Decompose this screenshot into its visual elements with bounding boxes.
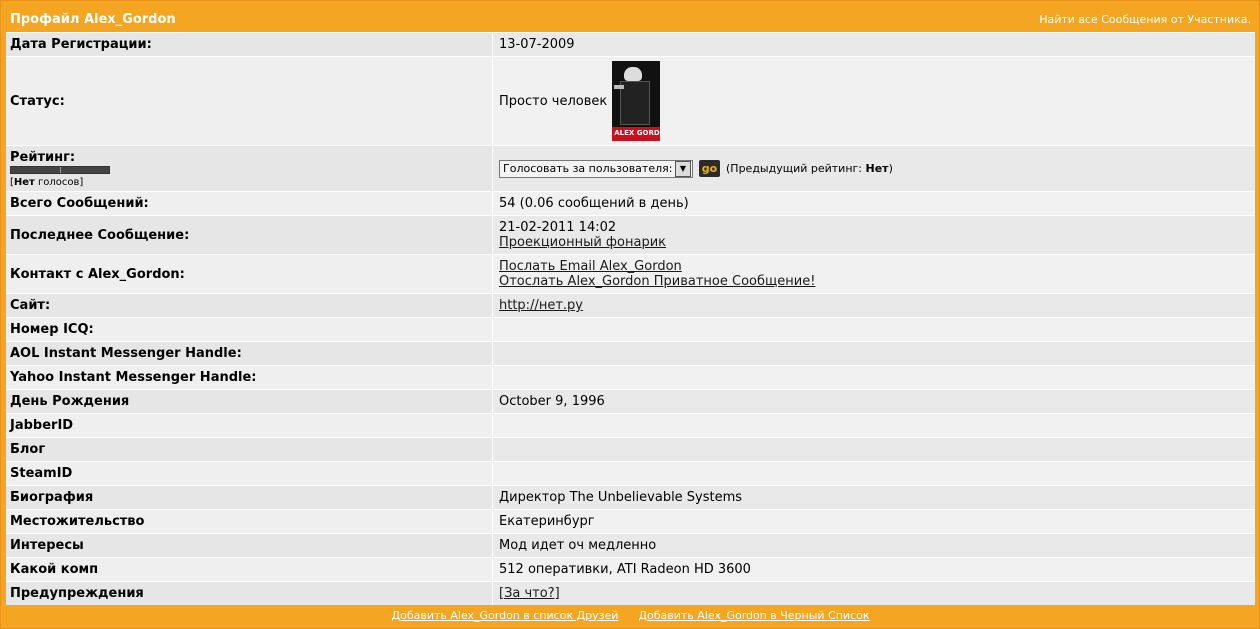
add-friend-link[interactable]: Добавить Alex_Gordon в список Друзей <box>392 609 619 622</box>
row-site: Сайт: http://нет.ру <box>6 293 1255 317</box>
row-label: Интересы <box>6 534 492 557</box>
row-last-post: Последнее Сообщение: 21-02-2011 14:02 Пр… <box>6 215 1255 254</box>
row-biography: Биография Директор The Unbelievable Syst… <box>6 485 1255 509</box>
chevron-down-icon: ▼ <box>675 160 691 177</box>
row-value: Послать Email Alex_Gordon Отослать Alex_… <box>492 255 1255 293</box>
row-label: Yahoo Instant Messenger Handle: <box>6 366 492 389</box>
row-value: 13-07-2009 <box>492 33 1255 56</box>
find-all-posts-link[interactable]: Найти все Сообщения от Участника. <box>1039 13 1251 26</box>
site-link[interactable]: http://нет.ру <box>499 298 583 313</box>
warnings-why-link[interactable]: [За что?] <box>499 586 560 601</box>
row-rating: Рейтинг: [Нет голосов] Голосовать за пол… <box>6 145 1255 191</box>
row-label: Предупреждения <box>6 582 492 605</box>
previous-rating: (Предыдущий рейтинг: Нет) <box>726 162 893 175</box>
row-birthday: День Рождения October 9, 1996 <box>6 389 1255 413</box>
rating-label: Рейтинг: <box>10 149 76 165</box>
row-label: Статус: <box>6 57 492 145</box>
row-total-posts: Всего Сообщений: 54 (0.06 сообщений в де… <box>6 191 1255 215</box>
row-icq: Номер ICQ: <box>6 317 1255 341</box>
vote-select[interactable]: Голосовать за пользователя: ▼ <box>499 159 693 178</box>
row-label: Контакт с Alex_Gordon: <box>6 255 492 293</box>
row-warnings: Предупреждения [За что?] <box>6 581 1255 605</box>
row-label: Рейтинг: [Нет голосов] <box>6 146 492 191</box>
row-value <box>492 342 1255 365</box>
profile-header: Профайл Alex_Gordon Найти все Сообщения … <box>6 8 1255 31</box>
row-label: Последнее Сообщение: <box>6 216 492 254</box>
row-label: День Рождения <box>6 390 492 413</box>
row-value: Мод идет оч медленно <box>492 534 1255 557</box>
row-label: Дата Регистрации: <box>6 33 492 56</box>
avatar-caption: ALEX GORDON <box>614 129 660 137</box>
row-status: Статус: Просто человек ALEX GORDON <box>6 56 1255 145</box>
row-label: AOL Instant Messenger Handle: <box>6 342 492 365</box>
row-value <box>492 318 1255 341</box>
status-text: Просто человек <box>499 93 608 109</box>
last-post-link[interactable]: Проекционный фонарик <box>499 235 1255 250</box>
profile-title: Профайл Alex_Gordon <box>10 12 176 27</box>
avatar-image: ALEX GORDON <box>612 61 661 141</box>
row-yahoo: Yahoo Instant Messenger Handle: <box>6 365 1255 389</box>
row-value: October 9, 1996 <box>492 390 1255 413</box>
row-location: Местожительство Екатеринбург <box>6 509 1255 533</box>
last-post-date: 21-02-2011 14:02 <box>499 220 617 235</box>
row-label: Какой комп <box>6 558 492 581</box>
rating-bar <box>10 165 110 174</box>
row-value <box>492 414 1255 437</box>
row-aol: AOL Instant Messenger Handle: <box>6 341 1255 365</box>
row-value: Голосовать за пользователя: ▼ go (Предыд… <box>492 146 1255 191</box>
profile-table: Дата Регистрации: 13-07-2009 Статус: Про… <box>6 32 1255 605</box>
send-email-link[interactable]: Послать Email Alex_Gordon <box>499 259 1255 274</box>
row-value: 54 (0.06 сообщений в день) <box>492 192 1255 215</box>
row-label: Биография <box>6 486 492 509</box>
row-label: Всего Сообщений: <box>6 192 492 215</box>
row-interests: Интересы Мод идет оч медленно <box>6 533 1255 557</box>
row-value: Директор The Unbelievable Systems <box>492 486 1255 509</box>
vote-go-button[interactable]: go <box>699 160 720 177</box>
row-value <box>492 462 1255 485</box>
row-steam: SteamID <box>6 461 1255 485</box>
row-value: Просто человек ALEX GORDON <box>492 57 1255 145</box>
row-value: 21-02-2011 14:02 Проекционный фонарик <box>492 216 1255 254</box>
row-registration-date: Дата Регистрации: 13-07-2009 <box>6 32 1255 56</box>
row-computer: Какой комп 512 оперативки, ATI Radeon HD… <box>6 557 1255 581</box>
row-label: SteamID <box>6 462 492 485</box>
row-blog: Блог <box>6 437 1255 461</box>
row-value: http://нет.ру <box>492 294 1255 317</box>
row-value <box>492 438 1255 461</box>
row-label: Местожительство <box>6 510 492 533</box>
row-label: JabberID <box>6 414 492 437</box>
row-label: Номер ICQ: <box>6 318 492 341</box>
row-value: 512 оперативки, ATI Radeon HD 3600 <box>492 558 1255 581</box>
rating-votes-note: [Нет голосов] <box>10 176 84 188</box>
vote-select-value: Голосовать за пользователя: <box>503 162 673 175</box>
row-value: [За что?] <box>492 582 1255 605</box>
row-value <box>492 366 1255 389</box>
add-blacklist-link[interactable]: Добавить Alex_Gordon в Черный Список <box>638 609 869 622</box>
row-label: Блог <box>6 438 492 461</box>
row-jabber: JabberID <box>6 413 1255 437</box>
row-label: Сайт: <box>6 294 492 317</box>
row-value: Екатеринбург <box>492 510 1255 533</box>
row-contact: Контакт с Alex_Gordon: Послать Email Ale… <box>6 254 1255 293</box>
send-pm-link[interactable]: Отослать Alex_Gordon Приватное Сообщение… <box>499 274 1255 289</box>
profile-footer: Добавить Alex_Gordon в список Друзей Доб… <box>6 606 1255 624</box>
